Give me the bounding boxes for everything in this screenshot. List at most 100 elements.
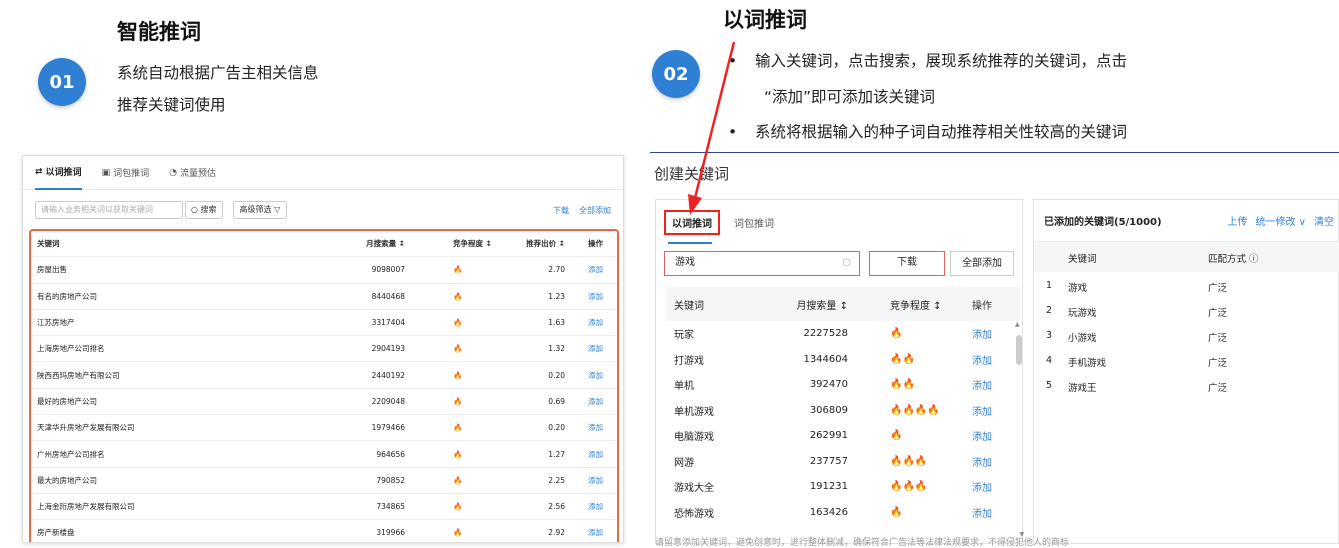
added-index: 2 (1046, 305, 1052, 316)
row-competition: 🔥🔥🔥🔥 (866, 398, 956, 424)
col-competition[interactable]: 竞争程度 ↕ (866, 287, 956, 321)
add-link[interactable]: 添加 (956, 423, 1020, 449)
row-bid: 2.25 (501, 468, 571, 494)
upload-link[interactable]: 上传 (1228, 213, 1248, 228)
added-keyword: 小游戏 (1068, 330, 1097, 344)
row-competition: 🔥 (866, 321, 956, 347)
add-link[interactable]: 添加 (571, 389, 617, 415)
create-keyword-panel: 创建关键词 以词推词 词包推词 游戏○ 下载 全部添加 关键词 月搜索量 ↕ 竞… (650, 152, 1339, 543)
smart-keyword-panel: ⇄以词推词 ▣词包推词 ◔流量预估 请输入业务相关词以获取关键词 ○ 搜索 高级… (22, 155, 624, 543)
table-row: 电脑游戏 262991 🔥 添加 (666, 423, 1020, 449)
table-row: 有名的房地产公司 8440468 🔥 1.23 添加 (31, 284, 617, 310)
add-link[interactable]: 添加 (571, 494, 617, 520)
row-bid: 2.70 (501, 257, 571, 283)
row-keyword: 恐怖游戏 (666, 500, 766, 526)
row-bid: 0.69 (501, 389, 571, 415)
row-bid: 0.20 (501, 415, 571, 441)
add-link[interactable]: 添加 (571, 284, 617, 310)
row-volume: 2227528 (766, 321, 866, 347)
add-link[interactable]: 添加 (571, 441, 617, 467)
tab-word-recommend-active[interactable]: 以词推词 (664, 210, 720, 235)
row-volume: 2904193 (331, 336, 411, 362)
add-link[interactable]: 添加 (956, 372, 1020, 398)
col-bid[interactable]: 推荐出价 ↕ (501, 231, 571, 257)
add-link[interactable]: 添加 (571, 520, 617, 543)
section1-desc-1: 系统自动根据广告主相关信息 (117, 58, 319, 88)
row-volume: 734865 (331, 494, 411, 520)
added-match[interactable]: 广泛 (1208, 380, 1227, 394)
scroll-thumb[interactable] (1016, 335, 1022, 365)
row-competition: 🔥 (411, 520, 501, 543)
add-link[interactable]: 添加 (571, 257, 617, 283)
bullet-dot-1: • (728, 46, 737, 76)
tab-word-recommend[interactable]: ⇄以词推词 (35, 156, 82, 190)
col-volume[interactable]: 月搜索量 ↕ (766, 287, 866, 321)
filter-button[interactable]: 高级筛选 ▽ (233, 201, 288, 219)
row-competition: 🔥 (411, 362, 501, 388)
col-volume[interactable]: 月搜索量 ↕ (331, 231, 411, 257)
row-keyword: 天津华升房地产发展有限公司 (31, 415, 331, 441)
add-link[interactable]: 添加 (571, 362, 617, 388)
tab-traffic-estimate[interactable]: ◔流量预估 (169, 156, 216, 190)
row-volume: 163426 (766, 500, 866, 526)
add-link[interactable]: 添加 (956, 321, 1020, 347)
row-keyword: 打游戏 (666, 347, 766, 373)
add-link[interactable]: 添加 (956, 398, 1020, 424)
scroll-up-icon[interactable]: ▲ (1015, 321, 1020, 328)
download-button[interactable]: 下载 (869, 251, 945, 276)
col-keyword: 关键词 (666, 287, 766, 321)
search-input[interactable]: 请输入业务相关词以获取关键词 (35, 201, 183, 219)
recommend-table: 关键词 月搜索量 ↕ 竞争程度 ↕ 操作 玩家 2227528 🔥 添加打游戏 … (666, 287, 1020, 525)
bullet-dot-2: • (728, 117, 737, 147)
row-competition: 🔥 (411, 389, 501, 415)
tab-label: 词包推词 (113, 166, 149, 179)
row-volume: 8440468 (331, 284, 411, 310)
footer-note: 请留意添加关键词，避免创意时，进行整体删减，确保符合广告法等法律法规要求，不得侵… (655, 535, 1069, 548)
add-all-link[interactable]: 全部添加 (579, 205, 611, 216)
row-keyword: 单机游戏 (666, 398, 766, 424)
search-button[interactable]: ○ 搜索 (185, 201, 223, 219)
scrollbar[interactable]: ▲▼ (1015, 321, 1023, 541)
add-link[interactable]: 添加 (571, 310, 617, 336)
tab-package-recommend[interactable]: 词包推词 (734, 210, 774, 235)
section1-title: 智能推词 (117, 16, 201, 46)
row-keyword: 电脑游戏 (666, 423, 766, 449)
add-link[interactable]: 添加 (956, 449, 1020, 475)
col-op: 操作 (571, 231, 617, 257)
row-keyword: 最好的房地产公司 (31, 389, 331, 415)
row-keyword: 上海金珩房地产发展有限公司 (31, 494, 331, 520)
add-link[interactable]: 添加 (956, 474, 1020, 500)
edit-all-link[interactable]: 统一修改 ∨ (1256, 213, 1307, 228)
row-competition: 🔥🔥🔥 (866, 474, 956, 500)
added-index: 3 (1046, 330, 1052, 341)
section1-desc-2: 推荐关键词使用 (117, 90, 226, 120)
table-row: 天津华升房地产发展有限公司 1979466 🔥 0.20 添加 (31, 415, 617, 441)
added-match[interactable]: 广泛 (1208, 280, 1227, 294)
filter-icon: ▽ (274, 205, 280, 214)
row-keyword: 江苏房地产 (31, 310, 331, 336)
added-match[interactable]: 广泛 (1208, 330, 1227, 344)
section2-bullet-1: 输入关键词，点击搜索，展现系统推荐的关键词，点击 (755, 46, 1127, 76)
add-link[interactable]: 添加 (571, 468, 617, 494)
right-tabs: 以词推词 词包推词 (664, 210, 774, 235)
added-match[interactable]: 广泛 (1208, 355, 1227, 369)
add-link[interactable]: 添加 (956, 347, 1020, 373)
add-all-button[interactable]: 全部添加 (950, 251, 1014, 276)
row-keyword: 房产新楼盘 (31, 520, 331, 543)
tab-package-recommend[interactable]: ▣词包推词 (102, 156, 150, 190)
panel-title: 创建关键词 (654, 163, 729, 184)
seed-word-input[interactable]: 游戏○ (664, 251, 860, 276)
row-bid: 1.63 (501, 310, 571, 336)
table-row: 广州房地产公司排名 964656 🔥 1.27 添加 (31, 441, 617, 467)
recommend-box: 以词推词 词包推词 游戏○ 下载 全部添加 关键词 月搜索量 ↕ 竞争程度 ↕ … (655, 199, 1023, 544)
search-icon[interactable]: ○ (842, 252, 851, 274)
col-competition[interactable]: 竞争程度 ↕ (411, 231, 501, 257)
download-link[interactable]: 下载 (553, 205, 569, 216)
clear-link[interactable]: 清空 (1314, 213, 1334, 228)
add-link[interactable]: 添加 (956, 500, 1020, 526)
add-link[interactable]: 添加 (571, 336, 617, 362)
package-icon: ▣ (102, 168, 111, 178)
added-match[interactable]: 广泛 (1208, 305, 1227, 319)
add-link[interactable]: 添加 (571, 415, 617, 441)
table-row: 上海金珩房地产发展有限公司 734865 🔥 2.56 添加 (31, 494, 617, 520)
